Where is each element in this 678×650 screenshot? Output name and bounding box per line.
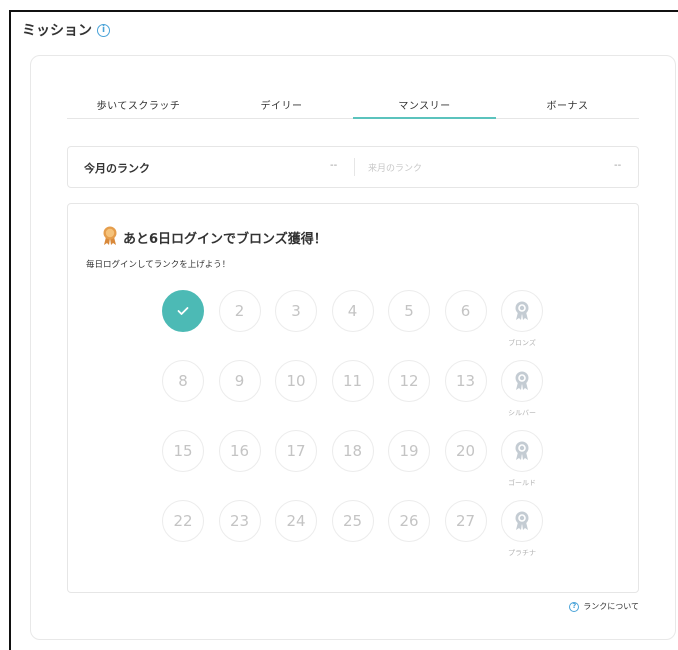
day-15: 15: [162, 430, 204, 472]
tab-walk-scratch[interactable]: 歩いてスクラッチ: [67, 86, 210, 118]
day-5: 5: [388, 290, 430, 332]
rank-divider: [354, 158, 355, 176]
reward-medal-icon: [501, 430, 543, 472]
day-1-checked: [162, 290, 204, 332]
day-17: 17: [275, 430, 317, 472]
day-19: 19: [388, 430, 430, 472]
day-number: 3: [291, 302, 301, 320]
next-rank-value: --: [614, 160, 622, 171]
help-icon: ?: [569, 601, 580, 612]
reward-medal-icon: [501, 290, 543, 332]
day-number: 12: [399, 372, 419, 390]
day-25: 25: [331, 500, 374, 542]
day-23: 23: [218, 500, 261, 542]
day-number: 26: [399, 512, 419, 530]
day-18: 18: [331, 430, 374, 472]
day-number: 17: [286, 442, 306, 460]
day-2: 2: [218, 290, 261, 332]
tab-monthly[interactable]: マンスリー: [353, 86, 496, 119]
day-4: 4: [331, 290, 374, 332]
day-number: 8: [178, 372, 188, 390]
day-11: 11: [331, 360, 374, 402]
day-number: 5: [404, 302, 414, 320]
day-number: 22: [173, 512, 193, 530]
day-number: 4: [347, 302, 358, 320]
reward-label: シルバー: [508, 409, 536, 417]
day-number: 13: [455, 372, 476, 390]
mission-card: 歩いてスクラッチ デイリー マンスリー ボーナス 今月のランク -- 来月のラン…: [30, 55, 676, 640]
day-number: 11: [342, 372, 363, 390]
rank-about-link[interactable]: ? ランクについて: [569, 601, 639, 612]
reward-label: ブロンズ: [508, 339, 536, 347]
day-number: 15: [173, 442, 193, 460]
day-number: 27: [455, 512, 476, 530]
current-rank-label: 今月のランク: [84, 162, 150, 175]
checkmark-icon: [177, 307, 189, 315]
tab-bar: 歩いてスクラッチ デイリー マンスリー ボーナス: [67, 86, 639, 119]
rank-about-label: ランクについて: [583, 602, 639, 611]
day-number: 6: [460, 302, 471, 320]
reward-medal-icon: [501, 500, 543, 542]
current-rank-value: --: [330, 160, 338, 171]
window-frame-left: [9, 10, 11, 650]
tab-bonus[interactable]: ボーナス: [496, 86, 639, 118]
reward-label: プラチナ: [508, 549, 536, 557]
day-3: 3: [275, 290, 317, 332]
day-27: 27: [444, 500, 487, 542]
login-mission-panel: あと6日ログインでブロンズ獲得！ 毎日ログインしてランクを上げよう！ 23456…: [67, 203, 639, 593]
reward-medal-icon: [501, 360, 543, 402]
day-number: 2: [234, 302, 245, 320]
rank-summary: 今月のランク -- 来月のランク --: [67, 146, 639, 188]
day-number: 16: [229, 442, 250, 460]
login-calendar-grid: 2 3 4 5 6 ブロンズ 8 9 10 11 12 13 シルバー 15 16 17 18 19 20 ゴールド 2…: [68, 204, 638, 592]
day-20: 20: [444, 430, 487, 472]
day-number: 19: [399, 442, 419, 460]
page-header: ミッション i: [22, 20, 110, 40]
day-number: 10: [286, 372, 306, 390]
reward-label: ゴールド: [508, 479, 536, 487]
day-number: 18: [342, 442, 363, 460]
day-24: 24: [275, 500, 317, 542]
day-number: 24: [286, 512, 306, 530]
day-26: 26: [388, 500, 430, 542]
day-16: 16: [218, 430, 261, 472]
tab-daily[interactable]: デイリー: [210, 86, 353, 118]
day-number: 25: [342, 512, 363, 530]
day-6: 6: [444, 290, 487, 332]
day-number: 20: [455, 442, 476, 460]
day-13: 13: [444, 360, 487, 402]
day-9: 9: [218, 360, 261, 402]
next-rank-label: 来月のランク: [368, 164, 423, 174]
day-8: 8: [162, 360, 204, 402]
info-icon[interactable]: i: [97, 23, 110, 37]
day-12: 12: [388, 360, 430, 402]
day-10: 10: [275, 360, 317, 402]
page-title: ミッション: [22, 23, 92, 39]
window-frame-top: [9, 10, 678, 12]
day-number: 23: [229, 512, 250, 530]
day-number: 9: [234, 372, 245, 390]
day-22: 22: [162, 500, 204, 542]
